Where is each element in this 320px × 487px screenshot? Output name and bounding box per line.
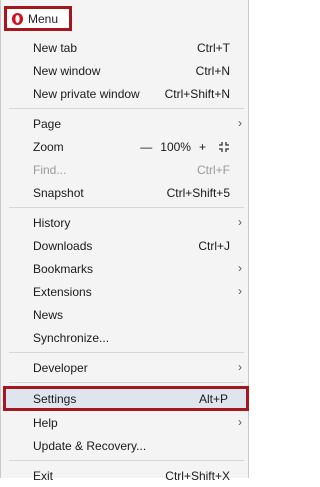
menu-item-new-tab[interactable]: New tab Ctrl+T [1,36,248,59]
menu-item-extensions[interactable]: Extensions › [1,280,248,303]
zoom-level: 100% [160,139,191,154]
menu-item-snapshot[interactable]: Snapshot Ctrl+Shift+5 [1,181,248,204]
menu-separator [9,460,244,461]
menu-item-synchronize[interactable]: Synchronize... [1,326,248,349]
menu-item-shortcut: Alt+P [198,391,228,406]
menu-item-label: New private window [33,86,140,101]
menu-item-shortcut: Ctrl+T [197,40,230,55]
zoom-controls: — 100% + [140,140,230,154]
zoom-in-button[interactable]: + [199,140,206,154]
menu-item-new-private-window[interactable]: New private window Ctrl+Shift+N [1,82,248,105]
menu-item-label: Exit [33,468,54,483]
menu-item-label: Developer [33,360,88,375]
menu-item-label: History [33,215,71,230]
menu-item-shortcut: Ctrl+Shift+X [165,468,230,483]
menu-item-shortcut: Ctrl+F [197,162,230,177]
menu-item-label: New window [33,63,101,78]
menu-item-shortcut: Ctrl+N [195,63,230,78]
chevron-right-icon: › [238,284,242,298]
menu-item-shortcut: Ctrl+Shift+N [164,86,230,101]
chevron-right-icon: › [238,215,242,229]
menu-item-label: Zoom [33,139,64,154]
opera-logo-icon [11,12,24,25]
menu-item-label: Help [33,415,58,430]
menu-item-label: Settings [33,391,77,406]
menu-separator [9,108,244,109]
menu-list: New tab Ctrl+T New window Ctrl+N New pri… [1,36,249,487]
menu-item-zoom: Zoom — 100% + [1,135,248,158]
menu-item-update-recovery[interactable]: Update & Recovery... [1,434,248,457]
menu-item-shortcut: Ctrl+Shift+5 [166,185,230,200]
menu-item-label: New tab [33,40,78,55]
chevron-right-icon: › [238,360,242,374]
menu-item-downloads[interactable]: Downloads Ctrl+J [1,234,248,257]
menu-item-find[interactable]: Find... Ctrl+F [1,158,248,181]
chevron-right-icon: › [238,415,242,429]
menu-item-developer[interactable]: Developer › [1,356,248,379]
menu-button-label: Menu [28,11,59,26]
menu-item-label: News [33,307,64,322]
opera-main-menu: Menu New tab Ctrl+T New window Ctrl+N Ne… [0,0,249,483]
menu-item-news[interactable]: News [1,303,248,326]
menu-item-label: Bookmarks [33,261,94,276]
menu-item-exit[interactable]: Exit Ctrl+Shift+X [1,464,248,487]
menu-item-new-window[interactable]: New window Ctrl+N [1,59,248,82]
menu-separator [9,352,244,353]
menu-separator [9,382,244,383]
menu-button[interactable]: Menu [4,6,72,31]
menu-separator [9,207,244,208]
menu-item-bookmarks[interactable]: Bookmarks › [1,257,248,280]
menu-item-page[interactable]: Page › [1,112,248,135]
menu-item-label: Downloads [33,238,93,253]
menu-item-shortcut: Ctrl+J [198,238,230,253]
menu-item-history[interactable]: History › [1,211,248,234]
chevron-right-icon: › [238,116,242,130]
menu-item-label: Page [33,116,62,131]
menu-item-label: Synchronize... [33,330,110,345]
zoom-out-button[interactable]: — [140,140,152,154]
menu-item-settings[interactable]: Settings Alt+P [3,386,249,411]
menu-item-label: Find... [33,162,67,177]
menu-item-label: Extensions [33,284,92,299]
menu-item-label: Snapshot [33,185,84,200]
menu-item-help[interactable]: Help › [1,411,248,434]
chevron-right-icon: › [238,261,242,275]
fullscreen-icon[interactable] [218,141,230,153]
menu-item-label: Update & Recovery... [33,438,147,453]
